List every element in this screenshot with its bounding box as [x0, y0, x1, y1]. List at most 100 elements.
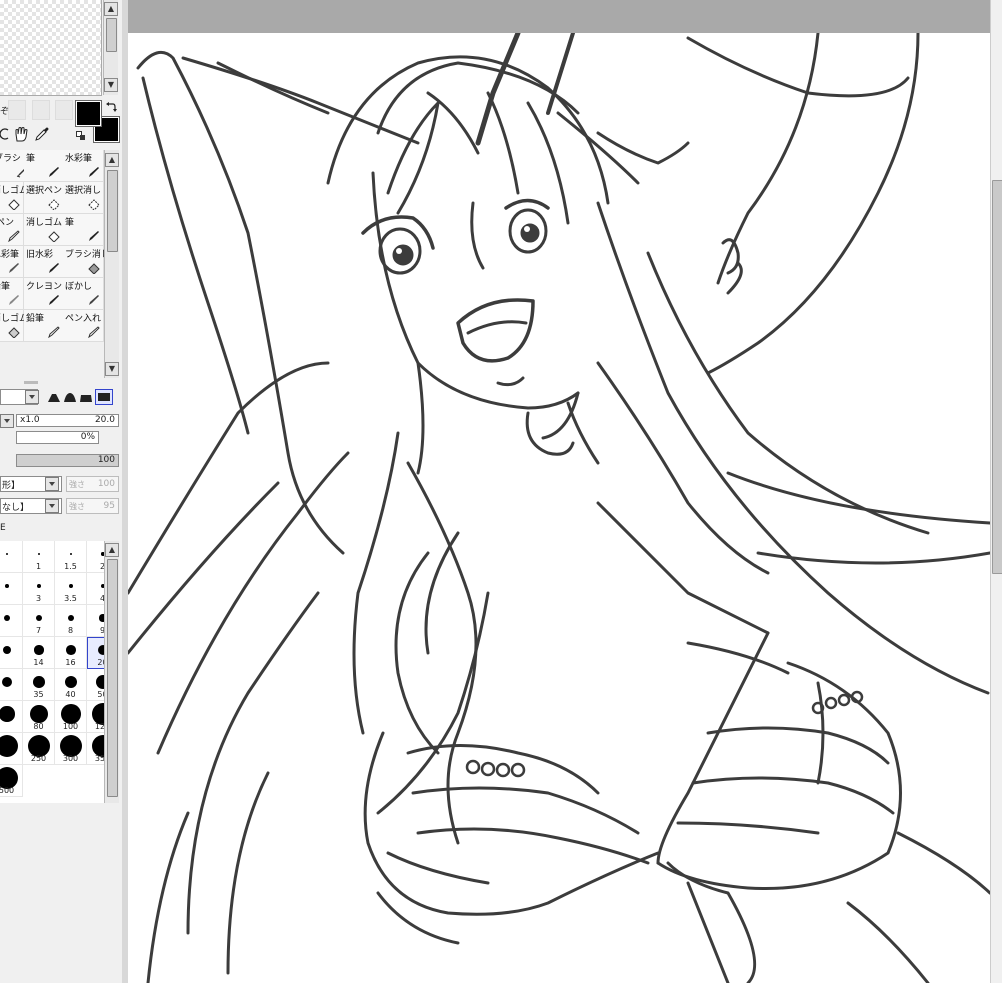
mode-button[interactable] — [55, 100, 73, 120]
density-slider[interactable]: 100 — [16, 454, 119, 467]
brush-size-cell[interactable]: 1.5 — [55, 541, 87, 573]
brush-size-field[interactable]: x1.0 20.0 — [16, 414, 119, 427]
tool-slot[interactable]: 選択ペン — [24, 182, 64, 214]
brush-size-cell[interactable]: 500 — [0, 765, 23, 797]
brush-size-scrollbar[interactable]: ▲ — [104, 541, 119, 803]
brush-size-cell[interactable]: 16 — [55, 637, 87, 669]
chevron-down-icon[interactable] — [45, 477, 59, 491]
scroll-thumb[interactable] — [106, 18, 117, 52]
chevron-down-icon[interactable] — [25, 390, 39, 404]
tool-slot[interactable]: ペン — [0, 214, 24, 246]
splitter-grip[interactable] — [24, 381, 38, 384]
tool-label: 筆 — [65, 218, 75, 228]
scroll-up-button[interactable]: ▲ — [105, 543, 119, 557]
min-size-field[interactable]: 0% — [16, 431, 99, 444]
brush-size-dot — [2, 645, 12, 655]
tool-slot[interactable]: ペン入れ — [63, 310, 104, 342]
pencil-icon — [9, 295, 19, 305]
tool-label: 水彩筆 — [0, 250, 20, 260]
tool-slot[interactable]: 消しゴム — [0, 310, 28, 342]
eraser-icon — [88, 263, 100, 274]
texture-strength-field[interactable]: 強さ 95 — [66, 498, 119, 514]
brush-size-cell[interactable]: 1 — [23, 541, 55, 573]
brush-size-cell[interactable]: 35 — [23, 669, 55, 701]
swap-arrow-icon[interactable] — [104, 101, 118, 113]
canvas-vertical-scrollbar[interactable] — [990, 0, 1002, 983]
tool-slot[interactable]: 選択消し — [63, 182, 104, 214]
brush-size-cell[interactable]: 300 — [55, 733, 87, 765]
scroll-thumb[interactable] — [992, 180, 1002, 574]
mode-button[interactable] — [8, 100, 26, 120]
scroll-down-button[interactable]: ▼ — [105, 362, 119, 376]
rotate-icon[interactable] — [0, 127, 10, 141]
scroll-thumb[interactable] — [107, 170, 118, 252]
tool-slot[interactable]: 消しゴム — [24, 214, 64, 246]
tool-label: ペン入れ — [65, 314, 102, 324]
tool-slot[interactable]: 水彩筆 — [63, 150, 104, 182]
chevron-down-icon[interactable] — [0, 414, 14, 428]
brush-size-cell[interactable]: 3 — [23, 573, 55, 605]
hand-icon[interactable] — [13, 126, 29, 142]
tool-slot[interactable]: クレヨン — [24, 278, 64, 310]
brush-size-cell[interactable]: 100 — [55, 701, 87, 733]
eyedropper-icon[interactable] — [34, 126, 50, 142]
tool-slot[interactable]: 筆 — [24, 150, 64, 182]
tool-slot[interactable]: ブラシ消し — [63, 246, 110, 278]
brush-size-dot — [4, 615, 10, 621]
scroll-thumb[interactable] — [107, 559, 118, 797]
brush-size-cell[interactable] — [0, 541, 23, 573]
layer-preview — [0, 0, 102, 96]
scroll-up-button[interactable]: ▲ — [105, 153, 119, 167]
brush-shape-sharp-icon[interactable] — [47, 390, 61, 404]
brush-size-cell[interactable] — [0, 573, 23, 605]
brush-size-label: 3 — [35, 594, 42, 603]
brush-size-cell[interactable]: 250 — [23, 733, 55, 765]
scroll-up-button[interactable]: ▲ — [104, 2, 118, 16]
eraser-icon — [48, 231, 60, 242]
brush-size-cell[interactable] — [0, 605, 23, 637]
brush-size-label: 3.5 — [64, 594, 77, 603]
brush-size-cell[interactable]: 8 — [55, 605, 87, 637]
brush-size-label: 14 — [33, 658, 44, 667]
brush-size-label: 7 — [35, 626, 42, 635]
preview-scrollbar[interactable]: ▲ ▼ — [103, 0, 118, 95]
tool-scrollbar[interactable]: ▲ ▼ — [104, 150, 119, 378]
chevron-icon: ぞ — [0, 107, 10, 117]
chevron-down-icon[interactable] — [45, 499, 59, 513]
brush-size-cell[interactable] — [0, 669, 23, 701]
brush-size-cell[interactable] — [0, 733, 23, 765]
brush-shape-square-icon[interactable] — [95, 389, 113, 405]
reset-colors-icon[interactable] — [76, 131, 86, 141]
brush-size-cell[interactable]: 80 — [23, 701, 55, 733]
scroll-down-button[interactable]: ▼ — [104, 78, 118, 92]
brush-size-cell[interactable]: 14 — [23, 637, 55, 669]
shape-strength-field[interactable]: 強さ 100 — [66, 476, 119, 492]
brush-size-cell[interactable]: 7 — [23, 605, 55, 637]
tool-slot[interactable]: ぼかし — [63, 278, 104, 310]
strength-value: 100 — [97, 479, 115, 489]
tool-slot[interactable]: 水彩筆 — [0, 246, 24, 278]
tool-slot[interactable]: 鉛筆 — [0, 278, 24, 310]
brush-size-cell[interactable]: 3.5 — [55, 573, 87, 605]
tool-label: ぼかし — [65, 282, 93, 292]
brush-shape-flat-icon[interactable] — [79, 390, 93, 404]
mode-button[interactable] — [32, 100, 50, 120]
tool-slot[interactable]: 筆 — [63, 214, 104, 246]
tool-label: 消しゴム — [26, 218, 63, 228]
brush-size-cell[interactable]: 40 — [55, 669, 87, 701]
brush-size-cell[interactable] — [0, 701, 23, 733]
tool-slot[interactable]: 消しゴム — [0, 182, 28, 214]
brush-size-cell[interactable] — [0, 637, 23, 669]
foreground-color-swatch[interactable] — [75, 100, 102, 127]
tool-slot[interactable]: 鉛筆 — [24, 310, 64, 342]
eraser-icon — [8, 199, 20, 210]
brush-icon — [49, 263, 59, 273]
crayon-icon — [49, 295, 59, 305]
brush-shape-round-icon[interactable] — [63, 390, 77, 404]
tool-slot[interactable]: 旧水彩 — [24, 246, 64, 278]
inking-pen-icon — [88, 326, 100, 338]
drawing-canvas[interactable] — [128, 33, 990, 983]
size-multiplier: x1.0 — [20, 415, 40, 425]
select-eraser-icon — [88, 199, 100, 210]
brush-size-label: 300 — [62, 754, 79, 763]
